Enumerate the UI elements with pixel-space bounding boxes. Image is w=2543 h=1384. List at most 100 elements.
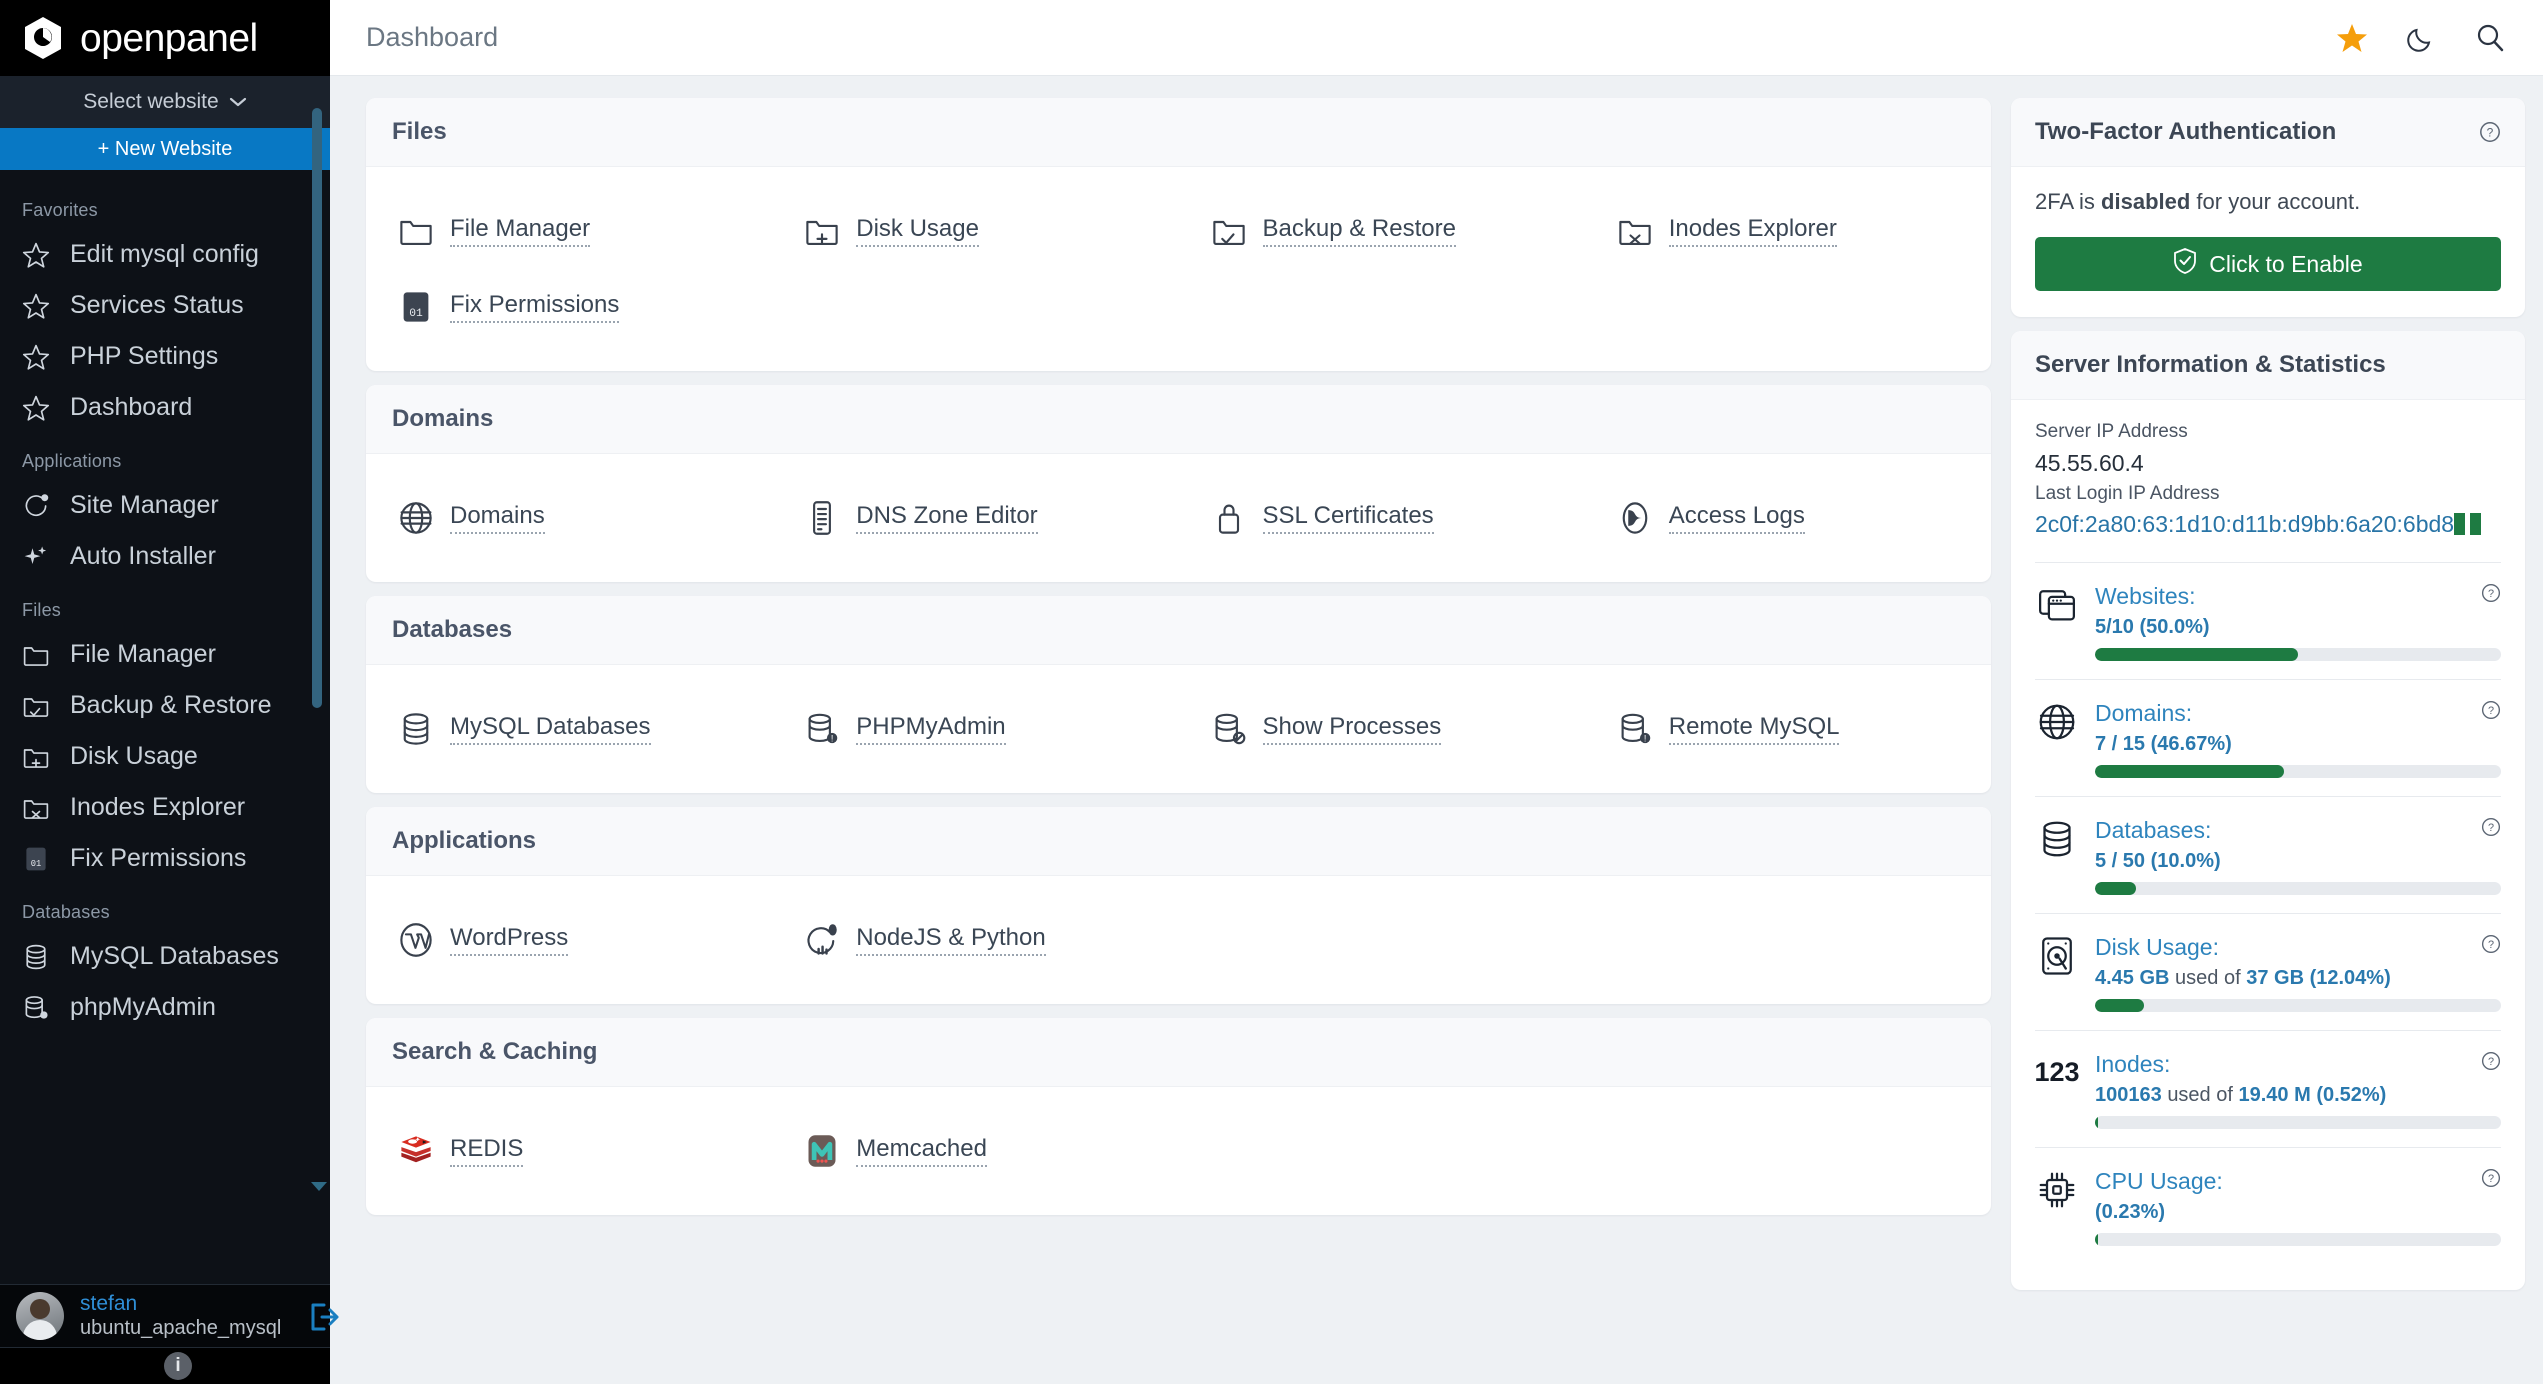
sidebar-scrollbar[interactable] — [312, 0, 326, 1384]
stat-head: Websites: ? — [2095, 583, 2501, 610]
stat-body: CPU Usage: ? (0.23%) — [2095, 1168, 2501, 1246]
section-tile-grid: REDIS Memcached — [366, 1087, 1991, 1215]
sidebar-item-auto-installer[interactable]: Auto Installer — [0, 531, 330, 582]
sidebar-item-label: MySQL Databases — [70, 942, 279, 970]
tile-inodes-explorer[interactable]: Inodes Explorer — [1585, 193, 1991, 269]
shield-check-icon — [2173, 248, 2197, 280]
logout-icon[interactable] — [310, 1301, 340, 1333]
sidebar-item-services-status[interactable]: Services Status — [0, 280, 330, 331]
stat-value: 7 / 15 (46.67%) — [2095, 732, 2232, 755]
tile-mysql-databases[interactable]: MySQL Databases — [366, 691, 772, 767]
sidebar-item-dashboard[interactable]: Dashboard — [0, 382, 330, 433]
section-header: Files — [366, 98, 1991, 167]
stat-progress-bar — [2095, 764, 2501, 778]
tile-label: Backup & Restore — [1262, 215, 1456, 247]
stat-body: Disk Usage: ? 4.45 GB used of 37 GB (12.… — [2095, 934, 2501, 1012]
help-icon[interactable]: ? — [2479, 121, 2501, 143]
tile-memcached[interactable]: Memcached — [772, 1113, 1178, 1189]
tile-label: Memcached — [856, 1135, 987, 1167]
svg-text:?: ? — [2487, 126, 2494, 140]
sidebar-item-disk-usage[interactable]: Disk Usage — [0, 731, 330, 782]
stat-name[interactable]: Websites: — [2095, 583, 2196, 610]
tile-wordpress[interactable]: WordPress — [366, 902, 772, 978]
sidebar-item-label: Services Status — [70, 291, 244, 319]
tile-remote-mysql[interactable]: ! Remote MySQL — [1585, 691, 1991, 767]
server-info-title: Server Information & Statistics — [2035, 351, 2386, 378]
enable-2fa-button[interactable]: Click to Enable — [2035, 237, 2501, 291]
stat-head: Domains: ? — [2095, 700, 2501, 727]
stat-name[interactable]: Inodes: — [2095, 1051, 2170, 1078]
websites-icon — [2035, 583, 2079, 627]
app-root: openpanel Select website + New Website F… — [0, 0, 2543, 1384]
stat-progress-bar — [2095, 998, 2501, 1012]
sidebar-item-label: Auto Installer — [70, 542, 216, 570]
tile-label: MySQL Databases — [450, 713, 651, 745]
stat-name[interactable]: Domains: — [2095, 700, 2192, 727]
stat-body: Inodes: ? 100163 used of 19.40 M (0.52%) — [2095, 1051, 2501, 1129]
stat-name[interactable]: Databases: — [2095, 817, 2211, 844]
info-icon[interactable]: i — [164, 1352, 192, 1380]
section-title: Files — [392, 118, 447, 145]
star-icon — [22, 241, 50, 269]
tile-redis[interactable]: REDIS — [366, 1113, 772, 1189]
sidebar-item-label: PHP Settings — [70, 342, 219, 370]
stat-name[interactable]: CPU Usage: — [2095, 1168, 2223, 1195]
select-website-dropdown[interactable]: Select website — [0, 76, 330, 128]
tile-dns-zone-editor[interactable]: DNS Zone Editor — [772, 480, 1178, 556]
tile-file-manager[interactable]: File Manager — [366, 193, 772, 269]
sidebar-item-backup-restore[interactable]: Backup & Restore — [0, 680, 330, 731]
sidebar-item-mysql-databases[interactable]: MySQL Databases — [0, 931, 330, 982]
tile-ssl-certificates[interactable]: SSL Certificates — [1179, 480, 1585, 556]
sidebar-scrollbar-thumb[interactable] — [312, 108, 322, 708]
svg-text:?: ? — [2488, 705, 2494, 717]
section-header: Databases — [366, 596, 1991, 665]
sidebar-item-site-manager[interactable]: Site Manager — [0, 480, 330, 531]
database-icon — [22, 943, 50, 971]
tile-disk-usage[interactable]: Disk Usage — [772, 193, 1178, 269]
tile-label: Show Processes — [1262, 713, 1442, 745]
brand-header[interactable]: openpanel — [0, 0, 330, 76]
tile-phpmyadmin[interactable]: ! PHPMyAdmin — [772, 691, 1178, 767]
svg-text:?: ? — [2488, 1056, 2494, 1068]
page-title: Dashboard — [366, 22, 499, 52]
sidebar-item-phpmyadmin[interactable]: phpMyAdmin — [0, 982, 330, 1033]
help-icon[interactable]: ? — [2481, 817, 2501, 837]
help-icon[interactable]: ? — [2481, 1051, 2501, 1071]
database-info-icon: ! — [802, 709, 842, 749]
stat-head: Disk Usage: ? — [2095, 934, 2501, 961]
moon-icon[interactable] — [2407, 24, 2435, 52]
section-card: Applications WordPress NodeJS & Python — [366, 807, 1991, 1004]
help-icon[interactable]: ? — [2481, 700, 2501, 720]
help-icon[interactable]: ? — [2481, 583, 2501, 603]
tile-show-processes[interactable]: Show Processes — [1179, 691, 1585, 767]
new-website-button[interactable]: + New Website — [0, 128, 330, 170]
sidebar-item-php-settings[interactable]: PHP Settings — [0, 331, 330, 382]
section-card: Databases MySQL Databases ! PHPMyAdmin Show … — [366, 596, 1991, 793]
tile-nodejs-python[interactable]: NodeJS & Python — [772, 902, 1178, 978]
globe-icon — [2035, 700, 2079, 744]
lock-icon — [1209, 498, 1249, 538]
tile-backup-restore[interactable]: Backup & Restore — [1179, 193, 1585, 269]
sidebar-group-label: Databases — [22, 902, 110, 922]
sidebar-item-file-manager[interactable]: File Manager — [0, 629, 330, 680]
tile-fix-permissions[interactable]: 01 Fix Permissions — [366, 269, 772, 345]
tile-label: WordPress — [450, 924, 569, 956]
last-login-ip[interactable]: 2c0f:2a80:63:1d10:d11b:d9bb:6a20:6bd8 — [2035, 508, 2454, 541]
tile-access-logs[interactable]: Access Logs — [1585, 480, 1991, 556]
sidebar-group-label: Applications — [22, 451, 122, 471]
stat-head: Inodes: ? — [2095, 1051, 2501, 1078]
sidebar-item-edit-mysql-config[interactable]: Edit mysql config — [0, 229, 330, 280]
sidebar-item-label: Backup & Restore — [70, 691, 272, 719]
sidebar-item-fix-permissions[interactable]: 01 Fix Permissions — [0, 833, 330, 884]
sparkles-icon — [22, 543, 50, 571]
search-icon[interactable] — [2475, 23, 2505, 53]
help-icon[interactable]: ? — [2481, 1168, 2501, 1188]
star-icon[interactable] — [2337, 23, 2367, 52]
sidebar-item-inodes-explorer[interactable]: Inodes Explorer — [0, 782, 330, 833]
sidebar-scroll-down-caret-icon[interactable] — [311, 1182, 327, 1191]
help-icon[interactable]: ? — [2481, 934, 2501, 954]
tile-domains[interactable]: Domains — [366, 480, 772, 556]
stat-name[interactable]: Disk Usage: — [2095, 934, 2219, 961]
user-bar[interactable]: stefan ubuntu_apache_mysql — [0, 1284, 339, 1348]
two-factor-header: Two-Factor Authentication ? — [2011, 98, 2525, 167]
